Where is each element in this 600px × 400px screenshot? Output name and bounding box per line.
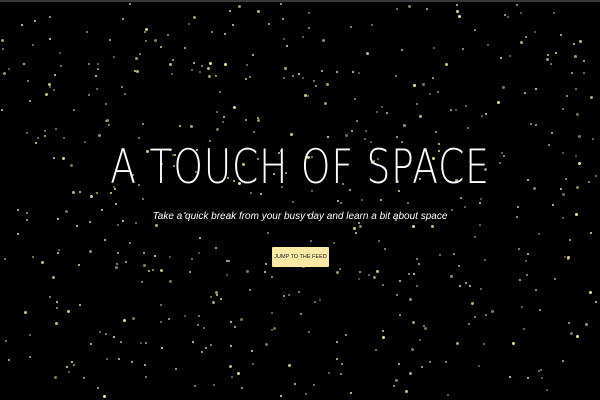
page-subtitle: Take a quick break from your busy day an… (152, 211, 448, 222)
jump-to-feed-button[interactable]: JUMP TO THE FEED (272, 247, 329, 267)
landing-page: A TOUCH OF SPACE Take a quick break from… (0, 0, 600, 400)
hero-section: A TOUCH OF SPACE Take a quick break from… (0, 0, 600, 400)
page-title: A TOUCH OF SPACE (110, 140, 490, 195)
